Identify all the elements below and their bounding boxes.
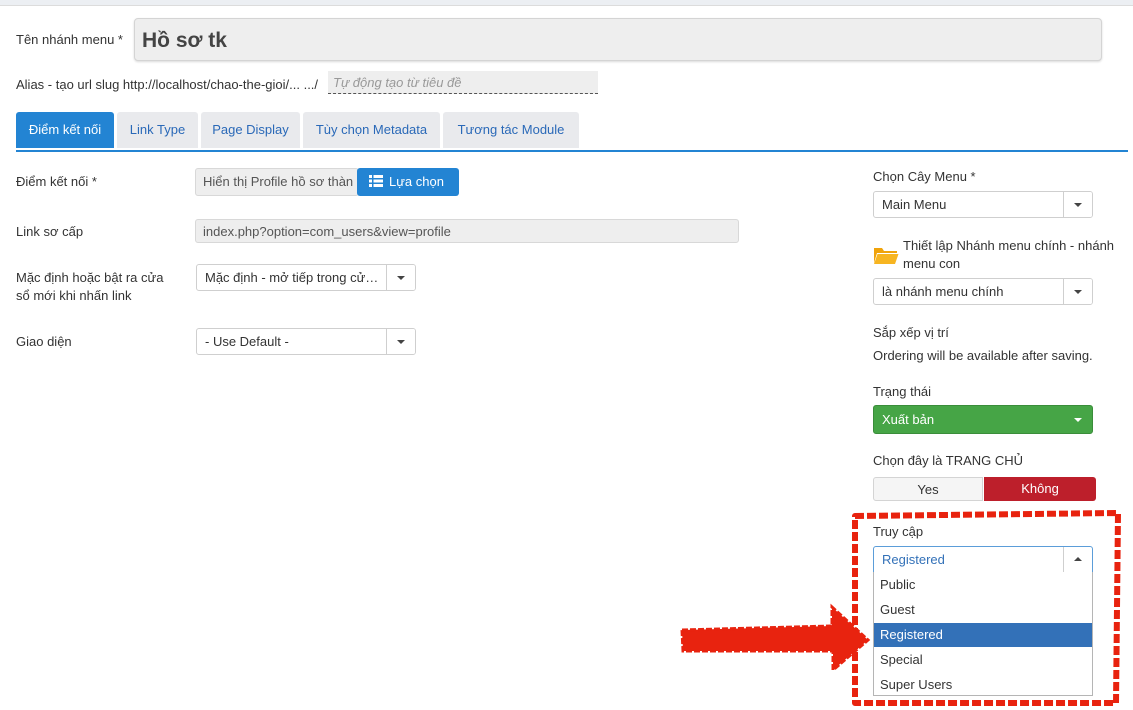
annotation-arrow-icon — [680, 603, 871, 674]
annotation-box — [852, 510, 1121, 706]
annotation-overlay — [680, 510, 1121, 706]
